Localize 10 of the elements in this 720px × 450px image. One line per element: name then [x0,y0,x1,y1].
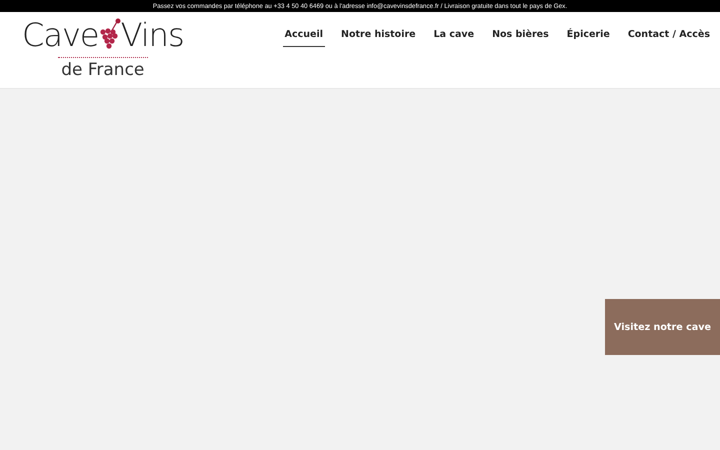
nav-link[interactable]: Accueil [282,29,326,47]
nav-link[interactable]: Nos bières [490,29,551,47]
nav-link[interactable]: Épicerie [564,29,612,47]
logo-text: Cave [22,16,99,54]
nav-link[interactable]: Notre histoire [339,29,418,47]
nav-link[interactable]: La cave [432,29,476,47]
visit-button[interactable]: Visitez notre cave [605,299,720,355]
logo-subtitle: de France [61,60,144,80]
nav-link[interactable]: Contact / Accès [626,29,712,47]
logo-text: Vins [120,16,184,54]
